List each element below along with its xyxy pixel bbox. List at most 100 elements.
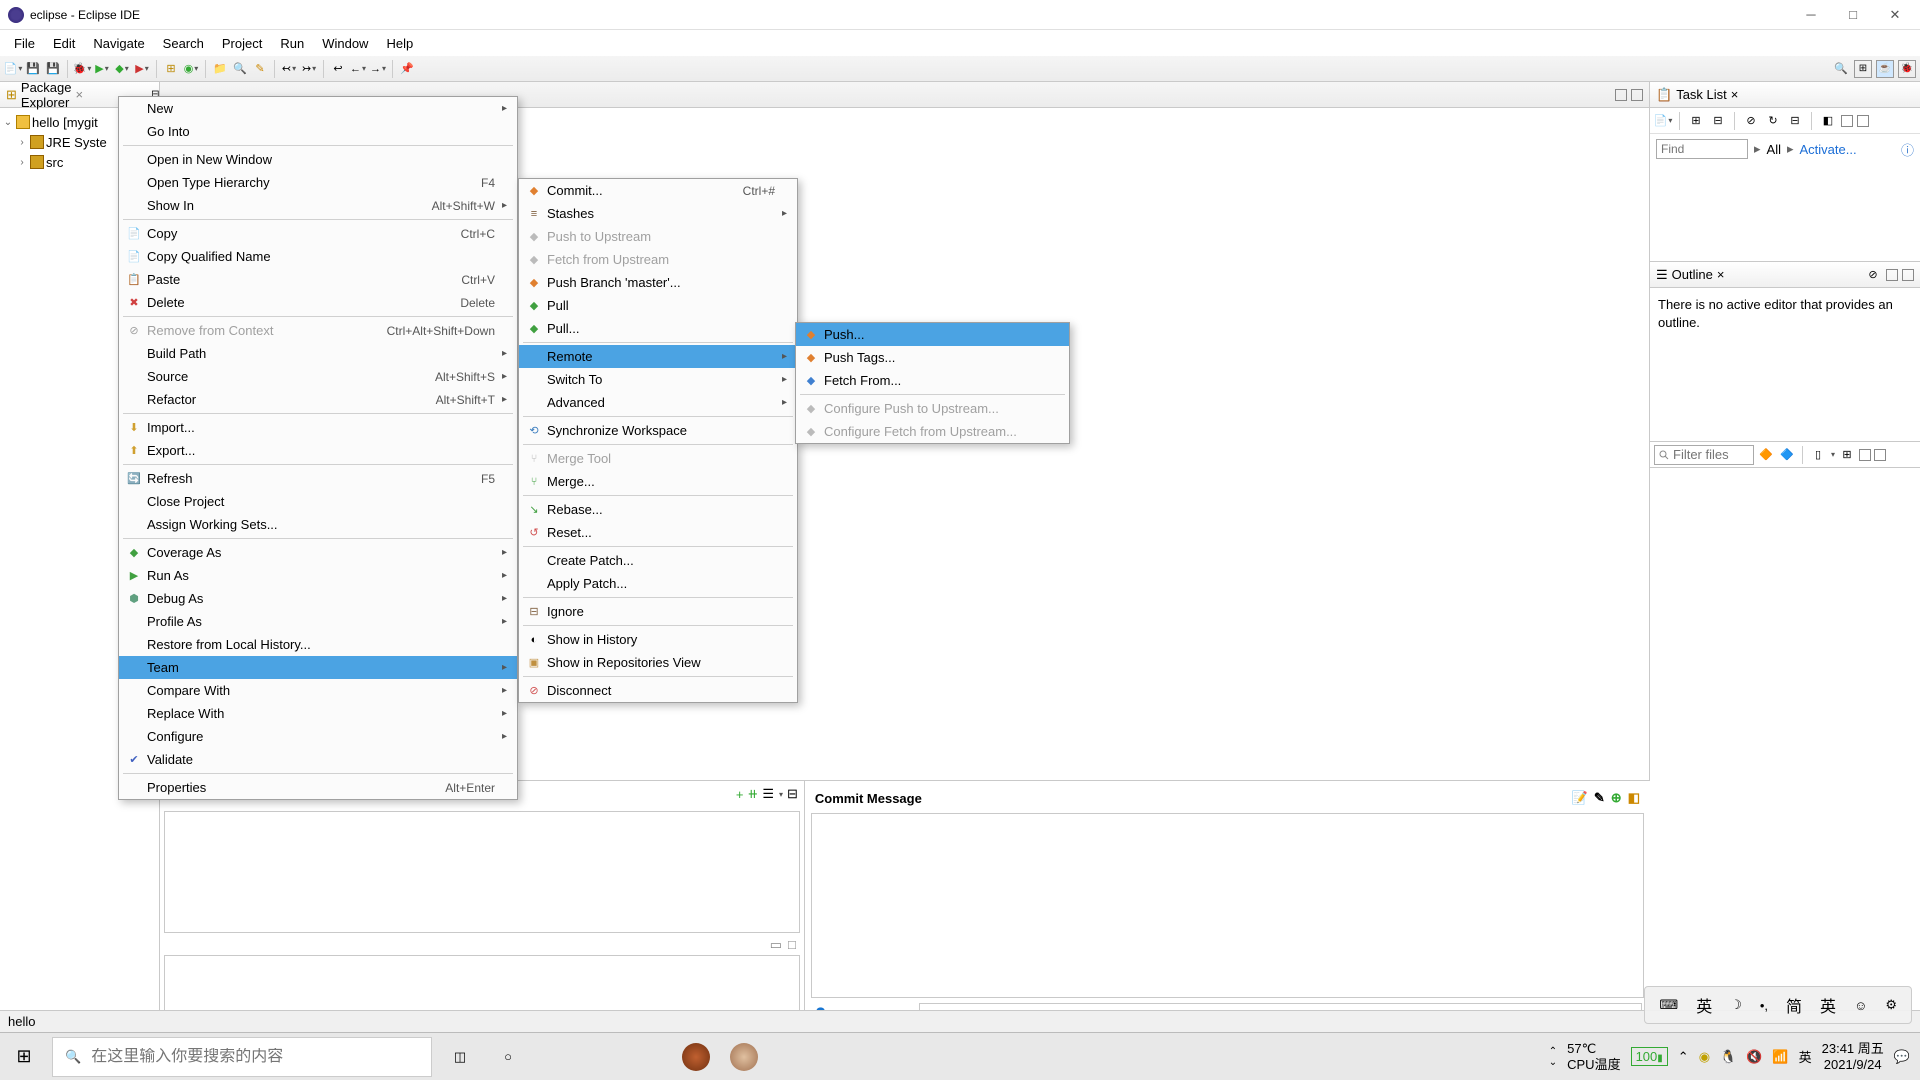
forward-icon[interactable]: →▾ [369, 60, 387, 78]
menu-item[interactable]: 📋PasteCtrl+V [119, 268, 517, 291]
ime-moon-icon[interactable]: ☽ [1730, 997, 1742, 1013]
debug-perspective-icon[interactable]: 🐞 [1898, 60, 1916, 78]
ime-smile-icon[interactable]: ☺ [1854, 998, 1867, 1013]
task-all-link[interactable]: All [1767, 142, 1781, 157]
menu-item[interactable]: ◆Push Tags... [796, 346, 1069, 369]
menu-item[interactable]: ◆Coverage As▸ [119, 541, 517, 564]
menu-project[interactable]: Project [214, 33, 270, 54]
open-type-icon[interactable]: 📁 [211, 60, 229, 78]
menu-item[interactable]: ◆Pull... [519, 317, 797, 340]
min-git-icon[interactable] [1859, 449, 1871, 461]
battery-icon[interactable]: 100▮ [1631, 1047, 1668, 1066]
menu-item[interactable]: Open Type HierarchyF4 [119, 171, 517, 194]
menu-item[interactable]: SourceAlt+Shift+S▸ [119, 365, 517, 388]
menu-item[interactable]: ↘Rebase... [519, 498, 797, 521]
pin-icon[interactable]: 📌 [398, 60, 416, 78]
menu-item[interactable]: ⬢Debug As▸ [119, 587, 517, 610]
max-git-icon[interactable] [1874, 449, 1886, 461]
app-2[interactable] [720, 1033, 768, 1081]
save-icon[interactable]: 💾 [24, 60, 42, 78]
filter-files-input[interactable] [1654, 445, 1754, 465]
tray-clock[interactable]: 23:41 周五 2021/9/24 [1822, 1041, 1884, 1072]
menu-item[interactable]: ◆Push... [796, 323, 1069, 346]
git-ico1[interactable]: 🔶 [1757, 446, 1775, 464]
menu-item[interactable]: New▸ [119, 97, 517, 120]
menu-item[interactable]: ⟲Synchronize Workspace [519, 419, 797, 442]
menu-item[interactable]: ⑂Merge... [519, 470, 797, 493]
git-ico3[interactable]: ▯ [1809, 446, 1827, 464]
menu-item[interactable]: Remote▸ [519, 345, 797, 368]
cortana-button[interactable]: ○ [484, 1033, 532, 1081]
menu-item[interactable]: Replace With▸ [119, 702, 517, 725]
open-perspective-icon[interactable]: ⊞ [1854, 60, 1872, 78]
start-button[interactable]: ⊞ [0, 1033, 48, 1081]
close-view-icon[interactable]: × [76, 87, 84, 102]
maximize-editor-icon[interactable] [1631, 89, 1643, 101]
changeid-icon[interactable]: ⊕ [1611, 790, 1622, 806]
gerrit-icon[interactable]: ◧ [1628, 790, 1640, 806]
menu-item[interactable]: PropertiesAlt+Enter [119, 776, 517, 799]
outline-focus-icon[interactable]: ⊘ [1864, 266, 1882, 284]
help-icon[interactable]: ⓘ [1901, 140, 1914, 159]
new-task-icon[interactable]: 📄▾ [1654, 112, 1672, 130]
menu-item[interactable]: Create Patch... [519, 549, 797, 572]
menu-file[interactable]: File [6, 33, 43, 54]
menu-item[interactable]: Assign Working Sets... [119, 513, 517, 536]
menu-item[interactable]: 📄CopyCtrl+C [119, 222, 517, 245]
menu-item[interactable]: ▣Show in Repositories View [519, 651, 797, 674]
menu-item[interactable]: ✖DeleteDelete [119, 291, 517, 314]
menu-item[interactable]: Close Project [119, 490, 517, 513]
new-package-icon[interactable]: ⊞ [162, 60, 180, 78]
tray-app-icon[interactable]: ◉ [1699, 1049, 1710, 1065]
menu-item[interactable]: Team▸ [119, 656, 517, 679]
new-icon[interactable]: 📄▾ [4, 60, 22, 78]
menu-search[interactable]: Search [155, 33, 212, 54]
menu-item[interactable]: Compare With▸ [119, 679, 517, 702]
menu-item[interactable]: ≡Stashes▸ [519, 202, 797, 225]
minimize-editor-icon[interactable] [1615, 89, 1627, 101]
toggle-mark-icon[interactable]: ✎ [251, 60, 269, 78]
task-find-input[interactable] [1656, 139, 1748, 159]
new-class-icon[interactable]: ◉▾ [182, 60, 200, 78]
ime-lang1[interactable]: 英 [1696, 993, 1712, 1017]
menu-item[interactable]: ⬆Export... [119, 439, 517, 462]
taskbar-search-input[interactable] [91, 1048, 419, 1066]
menu-item[interactable]: ◆Push Branch 'master'... [519, 271, 797, 294]
annotation-prev-icon[interactable]: ↢▾ [280, 60, 298, 78]
tray-qq-icon[interactable]: 🐧 [1720, 1049, 1736, 1065]
menu-edit[interactable]: Edit [45, 33, 83, 54]
outline-tab[interactable]: ☰ Outline × ⊘ [1650, 262, 1920, 288]
task-activate-link[interactable]: Activate... [1800, 142, 1857, 157]
amend-icon[interactable]: 📝 [1572, 790, 1588, 806]
run-icon[interactable]: ▶▾ [93, 60, 111, 78]
max-outline-icon[interactable] [1902, 269, 1914, 281]
ime-lang3[interactable]: 英 [1820, 993, 1836, 1017]
close-task-list-icon[interactable]: × [1731, 87, 1739, 102]
close-outline-icon[interactable]: × [1717, 267, 1725, 282]
minimize-button[interactable]: ─ [1802, 6, 1820, 24]
ime-lang2[interactable]: 简 [1786, 993, 1802, 1017]
last-edit-icon[interactable]: ↩ [329, 60, 347, 78]
ext-tools-icon[interactable]: ▶▾ [133, 60, 151, 78]
java-perspective-icon[interactable]: ☕ [1876, 60, 1894, 78]
menu-item[interactable]: ◆Commit...Ctrl+# [519, 179, 797, 202]
menu-item[interactable]: ⊟Ignore [519, 600, 797, 623]
menu-item[interactable]: Configure▸ [119, 725, 517, 748]
menu-help[interactable]: Help [378, 33, 421, 54]
collapse-icon[interactable]: ⊟ [1786, 112, 1804, 130]
menu-item[interactable]: ◆Pull [519, 294, 797, 317]
menu-item[interactable]: ↺Reset... [519, 521, 797, 544]
menu-item[interactable]: ✔Validate [119, 748, 517, 771]
tray-chevron-icon[interactable]: ⌃⌄ [1549, 1046, 1557, 1068]
menu-item[interactable]: Open in New Window [119, 148, 517, 171]
maximize-button[interactable]: □ [1844, 6, 1862, 24]
menu-item[interactable]: ◆Fetch From... [796, 369, 1069, 392]
save-all-icon[interactable]: 💾 [44, 60, 62, 78]
tray-volume-icon[interactable]: 🔇 [1746, 1049, 1762, 1065]
git-ico4[interactable]: ⊞ [1838, 446, 1856, 464]
menu-item[interactable]: RefactorAlt+Shift+T▸ [119, 388, 517, 411]
focus-icon[interactable]: ⊘ [1742, 112, 1760, 130]
menu-window[interactable]: Window [314, 33, 376, 54]
ime-gear-icon[interactable]: ⚙ [1885, 997, 1897, 1013]
menu-item[interactable]: ⬇Import... [119, 416, 517, 439]
